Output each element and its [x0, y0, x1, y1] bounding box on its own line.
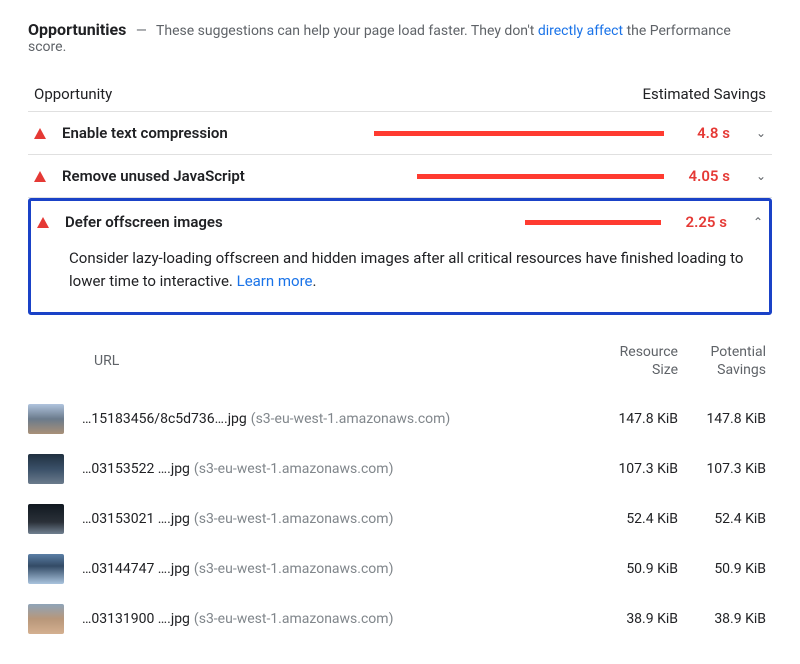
- thumb-wrap: [34, 554, 82, 584]
- opp-defer-offscreen[interactable]: Defer offscreen images 2.25 s ⌃: [31, 201, 769, 243]
- image-thumb-icon: [28, 604, 64, 634]
- url-cell[interactable]: …03144747 ….jpg (s3-eu-west-1.amazonaws.…: [82, 561, 590, 577]
- thumb-wrap: [34, 404, 82, 434]
- url-name: …03131900 ….jpg: [82, 611, 190, 627]
- url-cell[interactable]: …03153522 ….jpg (s3-eu-west-1.amazonaws.…: [82, 461, 590, 477]
- url-cell[interactable]: …03153021 ….jpg (s3-eu-west-1.amazonaws.…: [82, 511, 590, 527]
- url-name: …03144747 ….jpg: [82, 561, 190, 577]
- opp-label: Defer offscreen images: [65, 213, 325, 231]
- chevron-down-icon: ⌄: [756, 169, 766, 183]
- savings-bar-track: [371, 220, 661, 225]
- thumb-wrap: [34, 604, 82, 634]
- dash: —: [136, 23, 147, 39]
- col-url-head: URL: [34, 352, 590, 371]
- warning-triangle-icon: [34, 128, 46, 139]
- url-name: …03153522 ….jpg: [82, 461, 190, 477]
- opp-description: Consider lazy-loading offscreen and hidd…: [31, 243, 769, 308]
- save-cell: 147.8 KiB: [678, 411, 766, 427]
- section-title: Opportunities: [28, 20, 126, 39]
- size-cell: 107.3 KiB: [590, 461, 678, 477]
- save-cell: 107.3 KiB: [678, 461, 766, 477]
- opp-unused-js[interactable]: Remove unused JavaScript 4.05 s ⌄: [28, 155, 772, 198]
- save-cell: 38.9 KiB: [678, 611, 766, 627]
- chevron-down-icon: ⌄: [756, 126, 766, 140]
- chevron-up-icon: ⌃: [753, 215, 763, 229]
- section-header: Opportunities — These suggestions can he…: [28, 20, 772, 55]
- savings-value: 4.8 s: [682, 124, 730, 142]
- url-origin: (s3-eu-west-1.amazonaws.com): [194, 561, 394, 577]
- savings-bar-fill: [374, 131, 664, 136]
- header-lead: These suggestions can help your page loa…: [156, 23, 538, 39]
- size-cell: 147.8 KiB: [590, 411, 678, 427]
- savings-bar-wrap: 2.25 s ⌃: [325, 213, 763, 231]
- savings-bar-fill: [525, 220, 661, 225]
- warning-triangle-icon: [34, 171, 46, 182]
- save-cell: 50.9 KiB: [678, 561, 766, 577]
- savings-value: 4.05 s: [682, 167, 730, 185]
- directly-affect-link[interactable]: directly affect: [538, 23, 623, 39]
- savings-bar-fill: [417, 174, 664, 179]
- opp-label: Enable text compression: [62, 124, 322, 142]
- url-cell[interactable]: …03131900 ….jpg (s3-eu-west-1.amazonaws.…: [82, 611, 590, 627]
- save-cell: 52.4 KiB: [678, 511, 766, 527]
- image-thumb-icon: [28, 554, 64, 584]
- url-table-head: URL Resource Size Potential Savings: [28, 333, 772, 395]
- opp-text-compression[interactable]: Enable text compression 4.8 s ⌄: [28, 112, 772, 155]
- opportunity-list: Enable text compression 4.8 s ⌄ Remove u…: [28, 111, 772, 315]
- savings-bar-wrap: 4.8 s ⌄: [322, 124, 766, 142]
- size-cell: 38.9 KiB: [590, 611, 678, 627]
- table-row: …03153522 ….jpg (s3-eu-west-1.amazonaws.…: [28, 444, 772, 494]
- col-savings: Estimated Savings: [643, 85, 767, 103]
- savings-value: 2.25 s: [679, 213, 727, 231]
- savings-bar-track: [374, 174, 664, 179]
- table-row: …03144747 ….jpg (s3-eu-west-1.amazonaws.…: [28, 544, 772, 594]
- learn-more-link[interactable]: Learn more: [237, 272, 313, 290]
- url-cell[interactable]: …15183456/8c5d736….jpg (s3-eu-west-1.ama…: [82, 411, 590, 427]
- savings-bar-track: [374, 131, 664, 136]
- url-origin: (s3-eu-west-1.amazonaws.com): [194, 461, 394, 477]
- size-cell: 52.4 KiB: [590, 511, 678, 527]
- image-thumb-icon: [28, 404, 64, 434]
- col-size-head: Resource Size: [590, 343, 678, 381]
- url-origin: (s3-eu-west-1.amazonaws.com): [251, 411, 451, 427]
- column-headers: Opportunity Estimated Savings: [28, 77, 772, 111]
- warning-triangle-icon: [37, 217, 49, 228]
- table-row: …15183456/8c5d736….jpg (s3-eu-west-1.ama…: [28, 394, 772, 444]
- size-cell: 50.9 KiB: [590, 561, 678, 577]
- savings-bar-wrap: 4.05 s ⌄: [322, 167, 766, 185]
- image-thumb-icon: [28, 504, 64, 534]
- url-origin: (s3-eu-west-1.amazonaws.com): [194, 611, 394, 627]
- thumb-wrap: [34, 504, 82, 534]
- url-name: …03153021 ….jpg: [82, 511, 190, 527]
- desc-period: .: [313, 272, 317, 290]
- opp-defer-offscreen-expanded: Defer offscreen images 2.25 s ⌃ Consider…: [28, 198, 772, 315]
- col-opportunity: Opportunity: [34, 85, 112, 103]
- thumb-wrap: [34, 454, 82, 484]
- url-origin: (s3-eu-west-1.amazonaws.com): [194, 511, 394, 527]
- url-table: URL Resource Size Potential Savings …151…: [28, 333, 772, 645]
- opp-label: Remove unused JavaScript: [62, 167, 322, 185]
- col-save-head: Potential Savings: [678, 343, 766, 381]
- table-row: …03153021 ….jpg (s3-eu-west-1.amazonaws.…: [28, 494, 772, 544]
- url-name: …15183456/8c5d736….jpg: [82, 411, 247, 427]
- desc-text: Consider lazy-loading offscreen and hidd…: [69, 249, 743, 290]
- image-thumb-icon: [28, 454, 64, 484]
